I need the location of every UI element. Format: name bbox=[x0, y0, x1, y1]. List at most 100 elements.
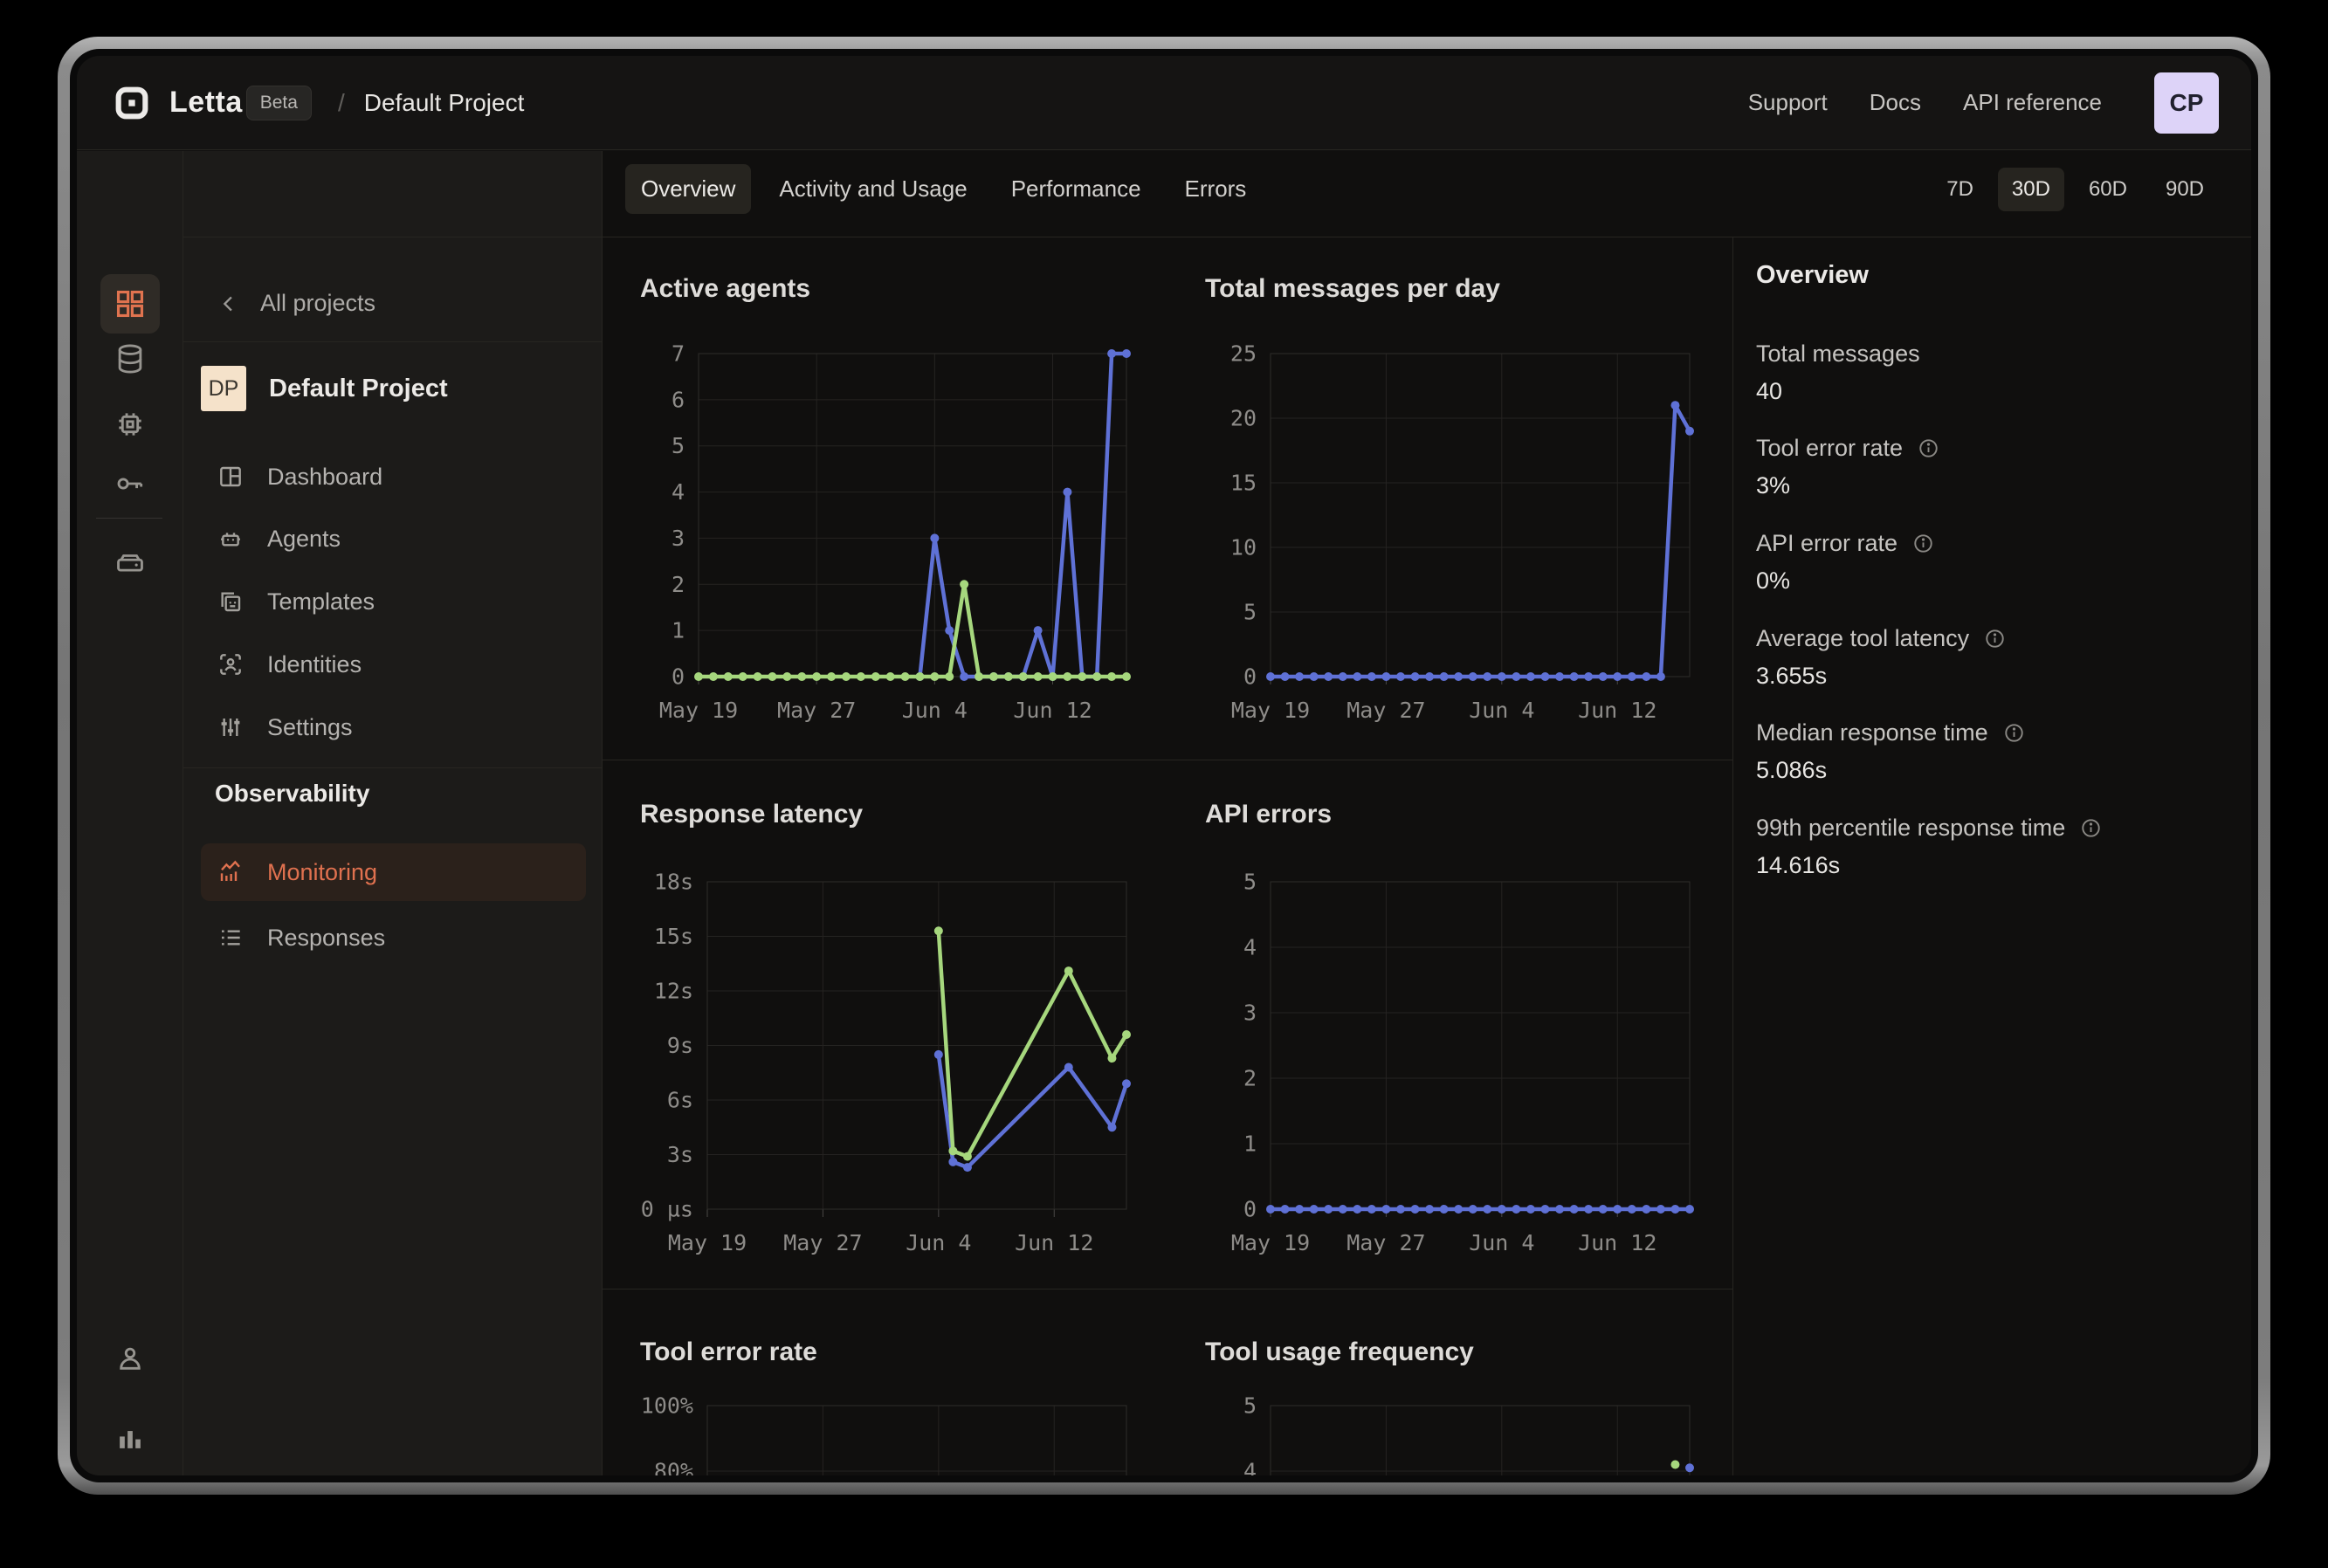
sidebar-item-settings[interactable]: Settings bbox=[201, 698, 586, 756]
database-icon bbox=[114, 342, 147, 375]
chevron-left-icon bbox=[217, 292, 241, 316]
range-60d[interactable]: 60D bbox=[2075, 168, 2141, 211]
stat-label: 99th percentile response time bbox=[1756, 815, 2065, 842]
rail-item-api-keys[interactable] bbox=[100, 454, 160, 513]
app-window: Letta Beta / Default Project Support Doc… bbox=[77, 56, 2251, 1475]
chart-title: Response latency bbox=[640, 800, 863, 829]
avatar[interactable]: CP bbox=[2154, 72, 2219, 134]
range-7d[interactable]: 7D bbox=[1932, 168, 1987, 211]
sidebar-item-label: Monitoring bbox=[267, 859, 377, 886]
docs-link[interactable]: Docs bbox=[1870, 89, 1921, 116]
key-icon bbox=[114, 467, 147, 500]
divider bbox=[183, 341, 602, 342]
rail-item-account[interactable] bbox=[100, 1330, 160, 1389]
stat-median-response-time: Median response time 5.086s bbox=[1756, 719, 2234, 784]
divider bbox=[96, 518, 162, 519]
sidebar-item-monitoring[interactable]: Monitoring bbox=[201, 843, 586, 901]
stat-label: Average tool latency bbox=[1756, 625, 1969, 652]
stat-99th-percentile-response-time: 99th percentile response time 14.616s bbox=[1756, 815, 2234, 879]
chart-title: Tool error rate bbox=[640, 1338, 817, 1367]
stat-label: Median response time bbox=[1756, 719, 1988, 746]
sidebar-item-label: Identities bbox=[267, 651, 362, 678]
stat-total-messages: Total messages 40 bbox=[1756, 340, 2234, 405]
list-icon bbox=[217, 924, 245, 952]
sidebar-item-responses[interactable]: Responses bbox=[201, 909, 586, 966]
sidebar-item-dashboard[interactable]: Dashboard bbox=[201, 448, 586, 505]
brand-name: Letta bbox=[169, 86, 243, 120]
observability-section-label: Observability bbox=[215, 780, 369, 808]
person-icon bbox=[114, 1343, 147, 1376]
stat-average-tool-latency: Average tool latency 3.655s bbox=[1756, 625, 2234, 690]
divider bbox=[183, 767, 602, 768]
stat-value: 3.655s bbox=[1756, 663, 2234, 690]
monitoring-chart-icon bbox=[217, 858, 245, 886]
robot-icon bbox=[217, 525, 245, 553]
breadcrumb-project[interactable]: Default Project bbox=[364, 89, 525, 117]
chart-title: Tool usage frequency bbox=[1205, 1338, 1474, 1367]
all-projects-label: All projects bbox=[260, 290, 375, 317]
chart-title: Active agents bbox=[640, 274, 810, 304]
range-90d[interactable]: 90D bbox=[2152, 168, 2218, 211]
stat-api-error-rate: API error rate 0% bbox=[1756, 530, 2234, 595]
sidebar-item-label: Settings bbox=[267, 714, 353, 741]
sidebar-item-label: Responses bbox=[267, 925, 385, 952]
rail-item-storage[interactable] bbox=[100, 534, 160, 594]
top-bar: Letta Beta / Default Project Support Doc… bbox=[77, 56, 2251, 150]
info-icon[interactable] bbox=[2002, 721, 2026, 745]
tab-performance[interactable]: Performance bbox=[995, 164, 1157, 214]
chip-icon bbox=[114, 408, 147, 441]
window-frame: Letta Beta / Default Project Support Doc… bbox=[58, 37, 2270, 1495]
support-link[interactable]: Support bbox=[1748, 89, 1828, 116]
sliders-icon bbox=[217, 713, 245, 741]
stat-value: 3% bbox=[1756, 472, 2234, 499]
breadcrumb-separator: / bbox=[338, 89, 345, 117]
chart-title: Total messages per day bbox=[1205, 274, 1500, 304]
stat-tool-error-rate: Tool error rate 3% bbox=[1756, 435, 2234, 499]
templates-icon bbox=[217, 588, 245, 616]
stat-label: Total messages bbox=[1756, 340, 1920, 368]
overview-stats-panel: Overview Total messages 40 Tool error ra… bbox=[1732, 237, 2251, 1475]
icon-rail: ⚙ bbox=[77, 151, 183, 1475]
beta-badge: Beta bbox=[246, 86, 312, 120]
info-icon[interactable] bbox=[1911, 532, 1935, 555]
stat-label: Tool error rate bbox=[1756, 435, 1903, 462]
panel-title: Overview bbox=[1756, 261, 1869, 290]
stat-label: API error rate bbox=[1756, 530, 1898, 557]
rail-item-database[interactable] bbox=[100, 329, 160, 389]
rail-item-projects[interactable] bbox=[100, 274, 160, 334]
brand[interactable]: Letta bbox=[112, 83, 243, 123]
sidebar-item-label: Templates bbox=[267, 588, 375, 616]
grid-icon bbox=[114, 287, 147, 320]
tab-overview[interactable]: Overview bbox=[625, 164, 751, 214]
project-name: Default Project bbox=[269, 375, 448, 403]
api-reference-link[interactable]: API reference bbox=[1963, 89, 2102, 116]
chart-title: API errors bbox=[1205, 800, 1332, 829]
stat-value: 5.086s bbox=[1756, 757, 2234, 784]
stat-value: 14.616s bbox=[1756, 852, 2234, 879]
sidebar-item-identities[interactable]: Identities bbox=[201, 636, 586, 693]
stat-value: 40 bbox=[1756, 378, 2234, 405]
project-badge: DP bbox=[201, 366, 246, 411]
sidebar-item-templates[interactable]: Templates bbox=[201, 573, 586, 630]
all-projects-back[interactable]: All projects bbox=[217, 290, 375, 317]
rail-item-usage[interactable] bbox=[100, 1408, 160, 1468]
tab-activity-and-usage[interactable]: Activity and Usage bbox=[763, 164, 982, 214]
project-switcher[interactable]: DP Default Project bbox=[201, 366, 448, 411]
time-range-selector: 7D 30D 60D 90D bbox=[1932, 168, 2218, 211]
sidebar-item-label: Dashboard bbox=[267, 464, 382, 491]
nav-panel: All projects DP Default Project Dashboar… bbox=[183, 151, 603, 1475]
range-30d[interactable]: 30D bbox=[1998, 168, 2064, 211]
info-icon[interactable] bbox=[2079, 816, 2103, 840]
sidebar-item-agents[interactable]: Agents bbox=[201, 510, 586, 567]
letta-logo-icon bbox=[112, 83, 152, 123]
tab-bar: Overview Activity and Usage Performance … bbox=[625, 164, 1262, 214]
drive-icon bbox=[114, 547, 147, 581]
stat-value: 0% bbox=[1756, 567, 2234, 595]
tab-errors[interactable]: Errors bbox=[1169, 164, 1263, 214]
info-icon[interactable] bbox=[1917, 437, 1940, 460]
sidebar-item-label: Agents bbox=[267, 526, 341, 553]
info-icon[interactable] bbox=[1983, 627, 2007, 650]
identities-icon bbox=[217, 650, 245, 678]
rail-item-compute[interactable] bbox=[100, 395, 160, 454]
dashboard-icon bbox=[217, 463, 245, 491]
